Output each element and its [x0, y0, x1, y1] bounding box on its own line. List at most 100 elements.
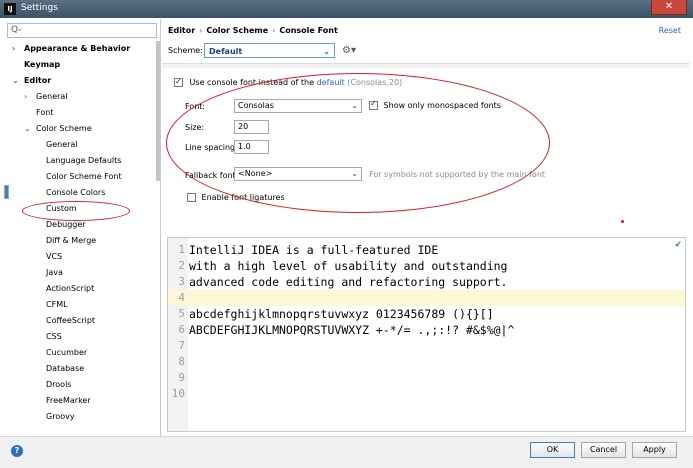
preview-line: 7	[168, 338, 685, 354]
scheme-row: Scheme: Default ⌄ ⚙▾	[168, 43, 356, 58]
preview-line: 3 advanced code editing and refactoring s…	[168, 274, 685, 290]
cancel-button[interactable]: Cancel	[581, 442, 626, 458]
dialog-button-bar: ? OK Cancel Apply	[0, 436, 693, 468]
preview-line: 6 ABCDEFGHIJKLMNOPQRSTUVWXYZ +-*/= .,;:!?…	[168, 322, 685, 338]
chevron-right-icon[interactable]: ›	[12, 41, 15, 57]
sidebar-item-label: VCS	[46, 252, 63, 261]
settings-content: Editor › Color Scheme › Console Font Reset S…	[162, 19, 689, 436]
sidebar-item-label: Keymap	[24, 60, 61, 69]
line-number: 7	[178, 339, 185, 352]
gear-icon[interactable]: ⚙▾	[342, 43, 356, 58]
sidebar-item-database[interactable]: Database	[4, 361, 160, 377]
sidebar-item-java[interactable]: Java	[4, 265, 160, 281]
sidebar-item-label: Language Defaults	[46, 156, 122, 165]
sidebar-item-label: Color Scheme Font	[46, 172, 122, 181]
search-icon: Q-	[11, 25, 22, 35]
line-number: 2	[178, 259, 185, 272]
line-number: 3	[178, 275, 185, 288]
preview-line: 1 IntelliJ IDEA is a full-featured IDE	[168, 242, 685, 258]
sidebar-item-cfml[interactable]: CFML	[4, 297, 160, 313]
preview-line: 8	[168, 354, 685, 370]
sidebar-item-diff-merge[interactable]: Diff & Merge	[4, 233, 160, 249]
sidebar-item-vcs[interactable]: VCS	[4, 249, 160, 265]
window-titlebar: IJ Settings ✕	[0, 0, 693, 18]
breadcrumb-editor: Editor	[168, 26, 196, 35]
sidebar-item-console-colors[interactable]: Console Colors	[4, 185, 160, 201]
breadcrumb-separator: ›	[199, 26, 203, 35]
preview-line: 10	[168, 386, 685, 402]
sidebar-item-label: ActionScript	[46, 284, 95, 293]
annotation-dot	[621, 220, 624, 223]
sidebar-item-label: Appearance & Behavior	[24, 44, 131, 53]
divider	[162, 63, 689, 68]
sidebar-item-label: Color Scheme	[36, 124, 92, 133]
font-preview-editor[interactable]: 1 IntelliJ IDEA is a full-featured IDE 2 wi…	[167, 237, 686, 432]
preview-line: 9	[168, 370, 685, 386]
line-number: 8	[178, 355, 185, 368]
sidebar-item-color-scheme[interactable]: ⌄ Color Scheme	[4, 121, 160, 137]
sidebar-item-drools[interactable]: Drools	[4, 377, 160, 393]
sidebar-item-freemarker[interactable]: FreeMarker	[4, 393, 160, 409]
reset-link[interactable]: Reset	[659, 26, 681, 35]
chevron-down-icon[interactable]: ⌄	[24, 121, 31, 137]
preview-line-text: IntelliJ IDEA is a full-featured IDE	[189, 243, 439, 257]
sidebar-item-coffeescript[interactable]: CoffeeScript	[4, 313, 160, 329]
settings-tree: › Appearance & Behavior Keymap ⌄ Editor › Gene…	[4, 41, 160, 425]
annotation-circle-font-settings	[166, 73, 550, 213]
chevron-right-icon[interactable]: ›	[24, 89, 27, 105]
chevron-down-icon: ⌄	[323, 47, 330, 56]
ok-button[interactable]: OK	[530, 442, 575, 458]
breadcrumb-color-scheme: Color Scheme	[206, 26, 269, 35]
preview-line: 2 with a high level of usability and outs…	[168, 258, 685, 274]
sidebar-item-label: FreeMarker	[46, 396, 91, 405]
sidebar-item-editor[interactable]: ⌄ Editor	[4, 73, 160, 89]
line-number: 6	[178, 323, 185, 336]
sidebar-item-css[interactable]: CSS	[4, 329, 160, 345]
annotation-circle-console-font	[22, 201, 130, 221]
sidebar-item-label: Cucumber	[46, 348, 88, 357]
sidebar-item-appearance-behavior[interactable]: › Appearance & Behavior	[4, 41, 160, 57]
sidebar-item-label: Diff & Merge	[46, 236, 97, 245]
scheme-value: Default	[209, 47, 243, 56]
sidebar-item-general[interactable]: › General	[4, 89, 160, 105]
enable-ligatures-checkbox[interactable]	[187, 193, 196, 202]
preview-line-text: ABCDEFGHIJKLMNOPQRSTUVWXYZ +-*/= .,;:!? …	[189, 323, 515, 337]
sidebar-item-general[interactable]: General	[4, 137, 160, 153]
sidebar-item-label: General	[46, 140, 78, 149]
sidebar-item-label: General	[36, 92, 68, 101]
sidebar-item-label: CSS	[46, 332, 62, 341]
sidebar-item-label: Java	[46, 268, 63, 277]
sidebar-item-groovy[interactable]: Groovy	[4, 409, 160, 425]
preview-line: 4	[168, 290, 685, 306]
scheme-dropdown[interactable]: Default ⌄	[204, 43, 335, 58]
checkmark-icon: ✔	[674, 240, 682, 250]
intellij-app-icon: IJ	[4, 3, 16, 15]
line-number: 5	[178, 307, 185, 320]
sidebar-item-label: CFML	[46, 300, 68, 309]
preview-line-text: advanced code editing and refactoring su…	[189, 275, 508, 289]
use-console-font-checkbox[interactable]	[174, 76, 183, 88]
breadcrumb: Editor › Color Scheme › Console Font	[168, 26, 338, 35]
close-window-button[interactable]: ✕	[651, 0, 687, 15]
sidebar-item-font[interactable]: Font	[4, 105, 160, 121]
line-number: 1	[178, 243, 185, 256]
sidebar-item-actionscript[interactable]: ActionScript	[4, 281, 160, 297]
scheme-label: Scheme:	[168, 46, 203, 55]
sidebar-item-label: Font	[36, 108, 54, 117]
sidebar-scrollbar[interactable]	[156, 41, 160, 181]
line-number: 4	[178, 291, 185, 304]
apply-button[interactable]: Apply	[632, 442, 677, 458]
sidebar-item-language-defaults[interactable]: Language Defaults	[4, 153, 160, 169]
console-font-settings: Use console font instead of the default …	[162, 69, 689, 237]
sidebar-item-keymap[interactable]: Keymap	[4, 57, 160, 73]
breadcrumb-console-font: Console Font	[279, 26, 338, 35]
sidebar-item-color-scheme-font[interactable]: Color Scheme Font	[4, 169, 160, 185]
sidebar-item-label: Groovy	[46, 412, 75, 421]
sidebar-item-label: CoffeeScript	[46, 316, 96, 325]
line-number: 10	[171, 387, 185, 400]
help-icon[interactable]: ?	[11, 445, 23, 457]
sidebar-item-cucumber[interactable]: Cucumber	[4, 345, 160, 361]
sidebar-item-label: Editor	[24, 76, 52, 85]
search-input[interactable]: Q-	[7, 23, 157, 38]
chevron-down-icon[interactable]: ⌄	[12, 73, 19, 89]
